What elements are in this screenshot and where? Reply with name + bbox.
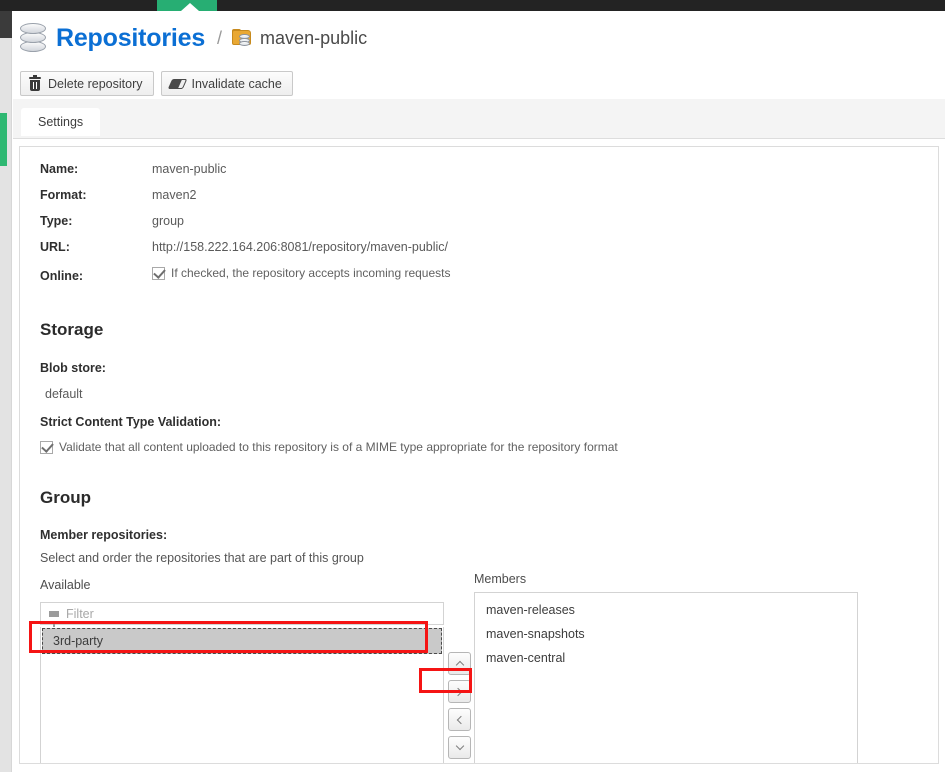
- top-nav-active-caret: [181, 3, 199, 11]
- member-repositories-label: Member repositories:: [40, 528, 168, 542]
- eraser-icon: [167, 78, 187, 89]
- member-list-item-label: maven-central: [486, 651, 566, 665]
- blob-store-label: Blob store:: [40, 361, 106, 375]
- page-header: Repositories / maven-public Delete repos…: [13, 11, 945, 96]
- top-nav-bar: [0, 0, 945, 11]
- strict-content-type-label: Strict Content Type Validation:: [40, 415, 222, 429]
- trash-icon: [29, 74, 41, 91]
- left-rail-active-accent: [0, 113, 7, 166]
- available-repositories-list[interactable]: 3rd-party: [40, 627, 444, 763]
- member-list-item-label: maven-releases: [486, 603, 575, 617]
- app-screen: Repositories / maven-public Delete repos…: [0, 0, 945, 772]
- available-column-label: Available: [40, 578, 91, 592]
- tab-settings-label: Settings: [38, 115, 84, 129]
- invalidate-cache-button[interactable]: Invalidate cache: [160, 71, 293, 96]
- delete-repository-label: Delete repository: [48, 76, 143, 91]
- field-label-url: URL:: [40, 240, 70, 254]
- blob-store-value: default: [45, 387, 83, 401]
- strict-content-type-checkbox[interactable]: [40, 440, 53, 454]
- available-list-item[interactable]: 3rd-party: [42, 628, 442, 654]
- move-up-button[interactable]: [448, 652, 471, 675]
- move-down-button[interactable]: [448, 736, 471, 759]
- field-label-name: Name:: [40, 162, 79, 176]
- breadcrumb-separator: /: [217, 28, 223, 48]
- member-list-item[interactable]: maven-central: [475, 646, 857, 670]
- available-list-item-label: 3rd-party: [53, 634, 104, 648]
- field-label-type: Type:: [40, 214, 73, 228]
- field-row-format: Format: maven2: [40, 188, 450, 214]
- member-list-item[interactable]: maven-snapshots: [475, 622, 857, 646]
- strict-content-type-row: Validate that all content uploaded to th…: [40, 440, 618, 454]
- settings-panel: Name: maven-public Format: maven2 Type: …: [19, 146, 939, 764]
- repository-details: Name: maven-public Format: maven2 Type: …: [40, 162, 450, 292]
- field-value-name: maven-public: [152, 162, 227, 176]
- page-container: Repositories / maven-public Delete repos…: [13, 11, 945, 772]
- chevron-down-icon: [455, 741, 464, 751]
- move-left-button[interactable]: [448, 708, 471, 731]
- group-heading: Group: [40, 488, 91, 507]
- database-icon: [20, 23, 46, 53]
- field-label-format: Format:: [40, 188, 87, 202]
- online-checkbox[interactable]: [152, 266, 165, 280]
- field-row-url: URL: http://158.222.164.206:8081/reposit…: [40, 240, 450, 266]
- move-right-button[interactable]: [448, 680, 471, 703]
- field-value-format: maven2: [152, 188, 197, 202]
- transfer-button-group: [448, 652, 472, 763]
- member-list-item[interactable]: maven-releases: [475, 598, 857, 622]
- page-toolbar: Delete repository Invalidate cache: [20, 71, 293, 96]
- field-row-name: Name: maven-public: [40, 162, 450, 188]
- tab-strip: Settings: [13, 99, 945, 139]
- available-filter-placeholder: Filter: [66, 606, 94, 621]
- breadcrumb-current: maven-public: [260, 28, 368, 48]
- tab-settings[interactable]: Settings: [21, 108, 101, 136]
- chevron-left-icon: [456, 715, 466, 724]
- field-value-type: group: [152, 214, 184, 228]
- filter-icon: [49, 610, 59, 627]
- field-row-online: Online: If checked, the repository accep…: [40, 266, 450, 292]
- field-row-type: Type: group: [40, 214, 450, 240]
- field-value-url[interactable]: http://158.222.164.206:8081/repository/m…: [152, 240, 448, 254]
- page-title[interactable]: Repositories: [56, 25, 205, 51]
- online-checkbox-row: If checked, the repository accepts incom…: [152, 266, 450, 280]
- breadcrumb: Repositories / maven-public: [20, 19, 367, 57]
- member-repositories-help: Select and order the repositories that a…: [40, 551, 364, 565]
- strict-content-type-text: Validate that all content uploaded to th…: [59, 440, 618, 454]
- invalidate-cache-label: Invalidate cache: [191, 76, 282, 91]
- online-checkbox-label: If checked, the repository accepts incom…: [171, 266, 451, 280]
- delete-repository-button[interactable]: Delete repository: [20, 71, 154, 96]
- member-repositories-list[interactable]: maven-releases maven-snapshots maven-cen…: [474, 592, 858, 763]
- available-filter-input[interactable]: Filter: [40, 602, 444, 627]
- chevron-up-icon: [455, 660, 464, 670]
- member-list-item-label: maven-snapshots: [486, 627, 585, 641]
- repository-group-folder-icon: [232, 29, 252, 47]
- chevron-right-icon: [453, 687, 463, 696]
- members-column-label: Members: [474, 572, 527, 586]
- storage-heading: Storage: [40, 320, 104, 339]
- field-label-online: Online:: [40, 268, 84, 283]
